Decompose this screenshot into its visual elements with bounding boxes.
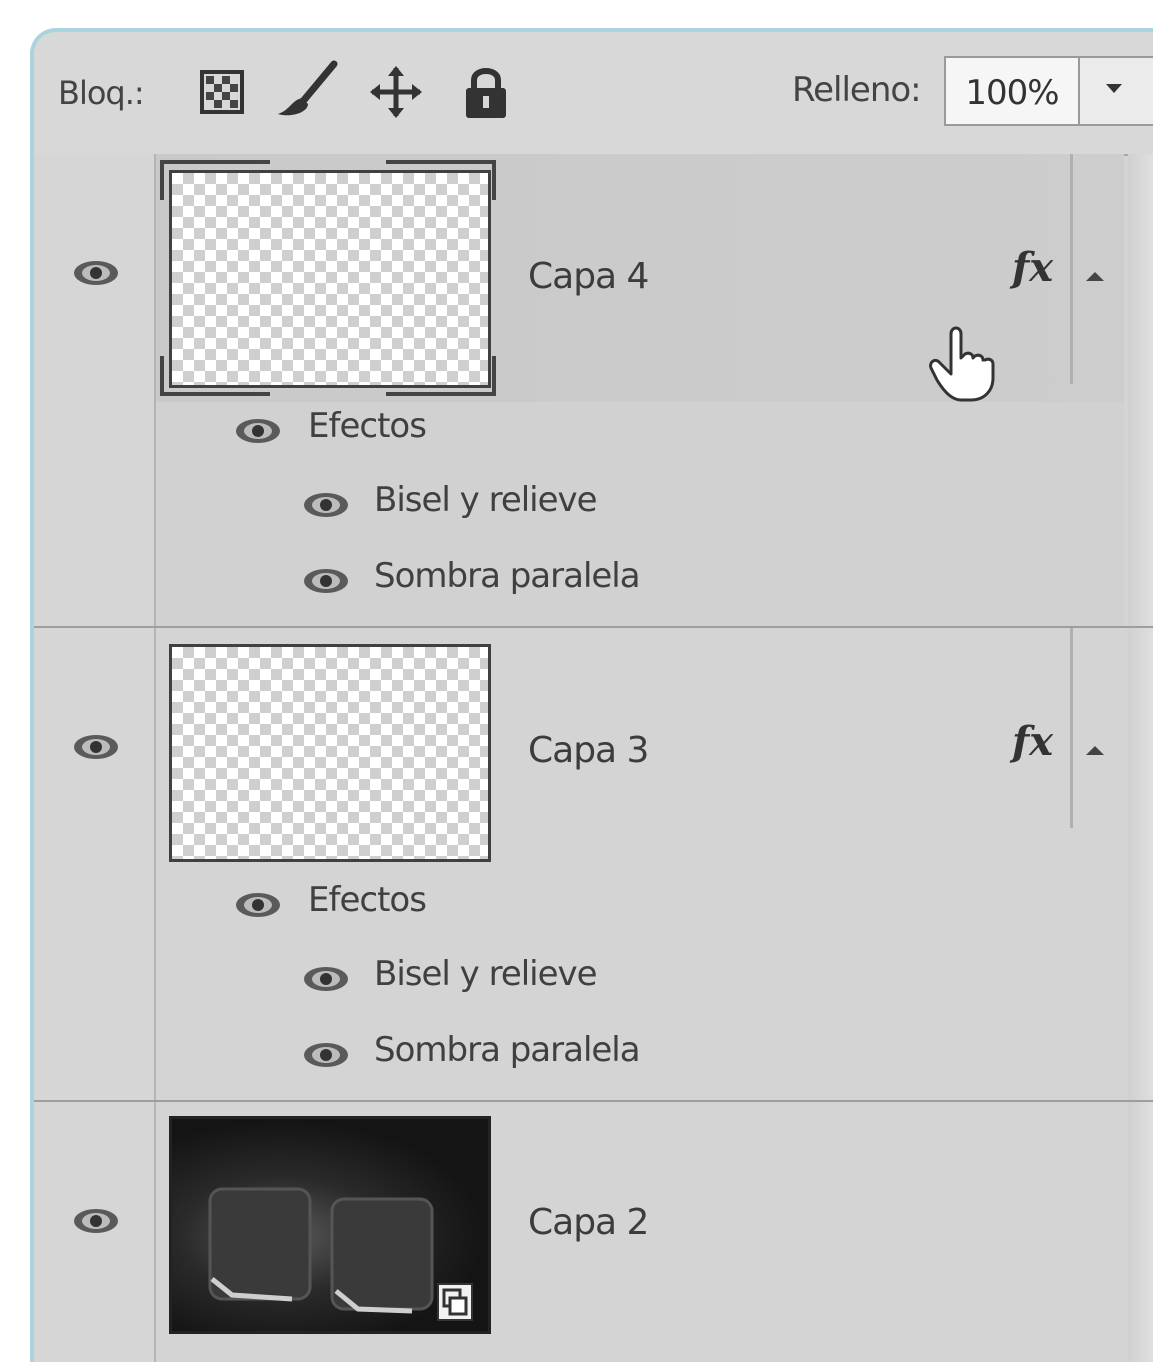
lock-icon[interactable] bbox=[462, 64, 510, 120]
effects-label[interactable]: Efectos bbox=[308, 880, 427, 920]
eye-icon[interactable] bbox=[232, 890, 284, 920]
brush-icon[interactable] bbox=[274, 60, 340, 120]
chevron-down-icon bbox=[1106, 84, 1122, 93]
separator bbox=[1070, 628, 1073, 828]
eye-icon[interactable] bbox=[300, 964, 352, 994]
layer-row-capa-3[interactable]: Capa 3 fx Efectos Bisel y relieve Sombra… bbox=[34, 628, 1153, 1102]
effect-bevel-label[interactable]: Bisel y relieve bbox=[374, 480, 598, 520]
eye-icon[interactable] bbox=[70, 258, 122, 288]
smart-object-icon bbox=[437, 1283, 473, 1321]
layer-thumbnail[interactable] bbox=[169, 644, 491, 862]
eye-icon[interactable] bbox=[300, 1040, 352, 1070]
eye-icon[interactable] bbox=[232, 416, 284, 446]
eye-icon[interactable] bbox=[70, 732, 122, 762]
visibility-column bbox=[34, 154, 156, 626]
fill-dropdown-button[interactable] bbox=[1080, 56, 1153, 126]
collapse-arrow-icon[interactable] bbox=[1086, 746, 1104, 755]
collapse-arrow-icon[interactable] bbox=[1086, 272, 1104, 281]
layer-name[interactable]: Capa 3 bbox=[528, 730, 649, 771]
lock-transparent-pixels-icon[interactable] bbox=[198, 68, 246, 116]
layers-toolbar: Bloq.: Relleno: 100% bbox=[34, 32, 1153, 156]
lock-label: Bloq.: bbox=[58, 74, 145, 112]
hand-cursor-icon bbox=[929, 326, 995, 402]
selection-brackets bbox=[160, 160, 496, 396]
visibility-column bbox=[34, 628, 156, 1100]
fx-icon[interactable]: fx bbox=[1012, 718, 1053, 765]
layer-name[interactable]: Capa 2 bbox=[528, 1202, 649, 1243]
eye-icon[interactable] bbox=[300, 490, 352, 520]
eye-icon[interactable] bbox=[70, 1206, 122, 1236]
effects-label[interactable]: Efectos bbox=[308, 406, 427, 446]
effect-drop-shadow-label[interactable]: Sombra paralela bbox=[374, 1030, 641, 1070]
move-icon[interactable] bbox=[368, 64, 424, 120]
layer-name[interactable]: Capa 4 bbox=[528, 256, 649, 297]
fx-icon[interactable]: fx bbox=[1012, 244, 1053, 291]
separator bbox=[1070, 154, 1073, 384]
effect-drop-shadow-label[interactable]: Sombra paralela bbox=[374, 556, 641, 596]
fill-label: Relleno: bbox=[792, 70, 922, 110]
fill-input[interactable]: 100% bbox=[944, 56, 1080, 126]
eye-icon[interactable] bbox=[300, 566, 352, 596]
layer-row-capa-2[interactable]: Capa 2 bbox=[34, 1102, 1153, 1362]
layers-panel: Bloq.: Relleno: 100% Capa 4 fx Efectos B… bbox=[30, 28, 1153, 1362]
effect-bevel-label[interactable]: Bisel y relieve bbox=[374, 954, 598, 994]
